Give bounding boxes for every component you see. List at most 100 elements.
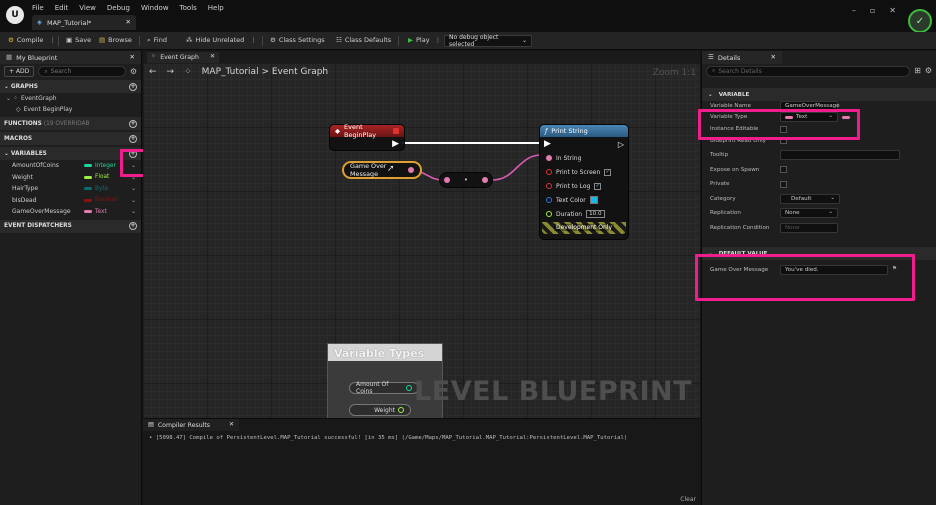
delegate-pin-icon[interactable]: [393, 128, 399, 134]
bool-pin-icon[interactable]: [546, 183, 552, 189]
duration-input[interactable]: 10.0: [586, 210, 605, 218]
class-defaults-button[interactable]: ☷ Class Defaults: [336, 36, 391, 44]
menu-help[interactable]: Help: [208, 4, 224, 12]
variable-item[interactable]: HairType Byte ⌄: [0, 183, 141, 195]
text-out-pin-icon[interactable]: [408, 167, 414, 173]
variables-section[interactable]: ⌄ VARIABLES +: [0, 147, 141, 160]
gear-icon[interactable]: ⚙: [925, 67, 932, 75]
game-over-message-node[interactable]: Game Over Message: [342, 161, 422, 179]
tooltip-field[interactable]: [780, 150, 900, 161]
compiler-results-tab[interactable]: ▤ Compiler Results ✕: [143, 419, 239, 431]
menu-window[interactable]: Window: [141, 4, 169, 12]
variable-name-field[interactable]: GameOverMessage: [780, 101, 840, 110]
source-control-icon[interactable]: ✓: [908, 9, 932, 33]
exec-out-pin-icon[interactable]: ▷: [618, 140, 624, 149]
add-graph-icon[interactable]: +: [129, 82, 137, 91]
chevron-down-icon[interactable]: ⌄: [131, 208, 136, 215]
event-dispatchers-section[interactable]: EVENT DISPATCHERS +: [0, 219, 141, 233]
hide-unrelated-button[interactable]: ⁂ Hide Unrelated ⋮: [186, 36, 257, 44]
weight-node[interactable]: Weight: [349, 404, 411, 416]
chevron-down-icon[interactable]: ⌄: [131, 185, 136, 192]
class-settings-button[interactable]: ⚙ Class Settings: [270, 36, 325, 44]
float-pin-icon[interactable]: [398, 407, 404, 413]
my-blueprint-tab[interactable]: ▦ My Blueprint ✕: [0, 51, 141, 64]
save-button[interactable]: ▣ Save: [66, 36, 91, 44]
play-button[interactable]: ▶ Play ⋮: [408, 36, 441, 44]
menu-tools[interactable]: Tools: [180, 4, 197, 12]
replication-condition-select[interactable]: None: [780, 222, 838, 233]
event-beginplay-node[interactable]: ◆ Event BeginPlay ▶: [329, 123, 405, 151]
blueprint-read-only-checkbox[interactable]: [780, 137, 787, 145]
compile-button[interactable]: ⚙ Compile ⋮: [8, 36, 56, 44]
tab-event-graph[interactable]: ⁘ Event Graph ✕: [147, 52, 219, 63]
amount-of-coins-node[interactable]: Amount Of Coins: [349, 381, 419, 395]
variable-section[interactable]: ⌄ VARIABLE: [702, 88, 936, 101]
tree-item-eventgraph[interactable]: ⌄ ⁘ EventGraph: [0, 93, 141, 104]
add-button[interactable]: + ADD: [4, 66, 35, 77]
add-dispatcher-icon[interactable]: +: [129, 222, 137, 230]
unreal-logo-icon[interactable]: U: [6, 6, 24, 24]
default-value-section[interactable]: ⌄ DEFAULT VALUE: [702, 247, 936, 260]
chevron-down-icon[interactable]: ⌄: [131, 197, 136, 204]
variable-type-select[interactable]: Text ⌄: [780, 112, 838, 123]
struct-pin-icon[interactable]: [546, 197, 552, 203]
add-variable-icon[interactable]: +: [129, 149, 137, 158]
kebab-icon[interactable]: ⋮: [435, 37, 442, 44]
menu-view[interactable]: View: [79, 4, 96, 12]
bool-pin-icon[interactable]: [546, 169, 552, 175]
conversion-out-pin-icon[interactable]: [481, 177, 488, 183]
debug-object-select[interactable]: No debug object selected ⌄: [444, 34, 532, 48]
float-pin-icon[interactable]: [546, 211, 552, 217]
find-button[interactable]: ⌕ Find: [147, 36, 167, 44]
chevron-down-icon[interactable]: ⌄: [131, 174, 136, 181]
graphs-section[interactable]: ⌄ GRAPHS +: [0, 80, 141, 93]
int-pin-icon[interactable]: [406, 385, 412, 391]
variable-item[interactable]: bIsDead Boolean ⌄: [0, 195, 141, 207]
kebab-icon[interactable]: ⋮: [49, 37, 56, 44]
minimize-icon[interactable]: –: [852, 6, 856, 15]
pin-print-to-screen[interactable]: Print to Screen ✓: [540, 165, 628, 179]
close-icon[interactable]: ✕: [229, 421, 234, 428]
variable-item[interactable]: GameOverMessage Text ⌄: [0, 206, 141, 218]
add-function-icon[interactable]: +: [129, 119, 137, 128]
exec-in-pin-icon[interactable]: ▶: [544, 139, 551, 149]
gear-icon[interactable]: ⚙: [130, 67, 137, 76]
pin-print-to-log[interactable]: Print to Log ✓: [540, 179, 628, 193]
tree-item-event-beginplay[interactable]: ◇ Event BeginPlay: [0, 104, 141, 115]
default-value-field[interactable]: You've died.: [780, 265, 888, 276]
conversion-node[interactable]: •: [439, 172, 493, 188]
category-select[interactable]: Default ⌄: [780, 193, 840, 204]
pin-duration[interactable]: Duration 10.0: [540, 207, 628, 221]
kebab-icon[interactable]: ⋮: [250, 37, 257, 44]
close-icon[interactable]: ✕: [771, 54, 776, 61]
expose-on-spawn-checkbox[interactable]: [780, 166, 787, 174]
functions-section[interactable]: FUNCTIONS (19 OVERRIDAB +: [0, 117, 141, 130]
add-macro-icon[interactable]: +: [129, 134, 137, 143]
variable-item[interactable]: Weight Float ⌄: [0, 172, 141, 184]
conversion-in-pin-icon[interactable]: [444, 177, 450, 183]
container-type-icon[interactable]: [842, 115, 850, 119]
exec-out-pin-icon[interactable]: ▶: [392, 139, 399, 149]
chevron-down-icon[interactable]: ⌄: [131, 162, 136, 169]
macros-section[interactable]: MACROS +: [0, 132, 141, 145]
menu-edit[interactable]: Edit: [55, 4, 69, 12]
pin-in-string[interactable]: In String: [540, 151, 628, 165]
details-tab[interactable]: ☰ Details ✕: [702, 51, 782, 64]
close-icon[interactable]: ✕: [210, 54, 215, 60]
print-to-screen-checkbox[interactable]: ✓: [604, 168, 612, 176]
event-graph-canvas[interactable]: ← → ⁘ MAP_Tutorial > Event Graph Zoom 1:…: [143, 63, 700, 418]
private-checkbox[interactable]: [780, 180, 787, 188]
text-in-pin-icon[interactable]: [546, 155, 552, 161]
instance-editable-checkbox[interactable]: [780, 125, 787, 133]
document-tab[interactable]: ◈ MAP_Tutorial* ✕: [32, 15, 136, 30]
details-search-input[interactable]: ⌕ Search Details: [706, 65, 911, 77]
pin-text-color[interactable]: Text Color: [540, 193, 628, 207]
text-color-swatch[interactable]: [589, 196, 598, 204]
clear-button[interactable]: Clear: [680, 496, 696, 503]
search-input[interactable]: ⌕ Search: [38, 66, 126, 77]
print-to-log-checkbox[interactable]: ✓: [594, 182, 602, 190]
menu-debug[interactable]: Debug: [107, 4, 130, 12]
grid-view-icon[interactable]: ⊞: [914, 67, 921, 75]
close-window-icon[interactable]: ✕: [889, 6, 896, 15]
flag-icon[interactable]: ⚑: [892, 267, 897, 273]
